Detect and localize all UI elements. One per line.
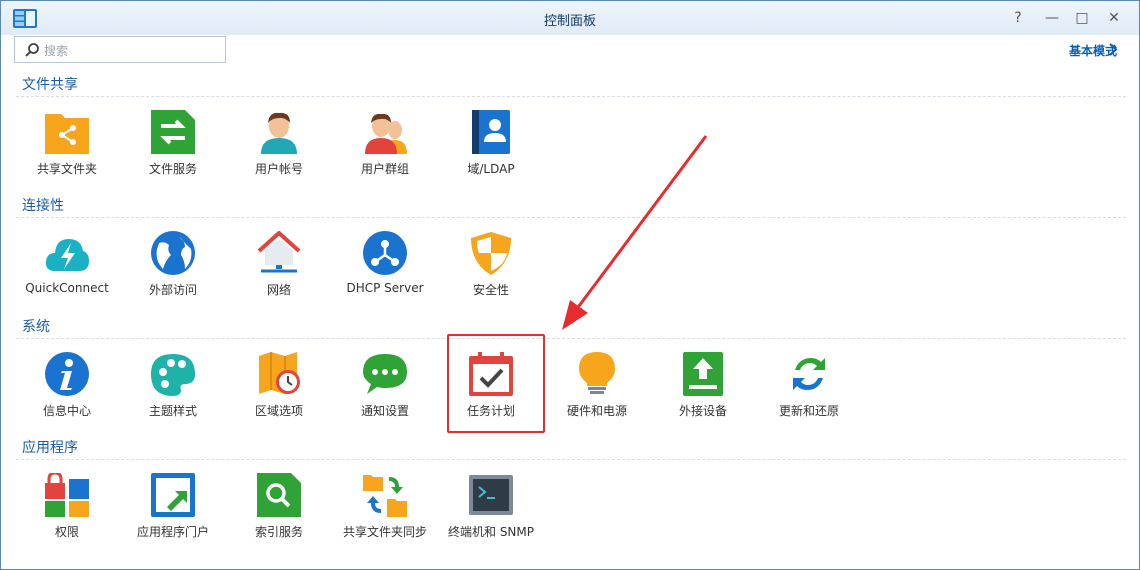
theme-palette-icon — [151, 354, 195, 396]
item-label: 更新和还原 — [778, 404, 839, 418]
item-external-access[interactable]: 外部访问 — [123, 231, 223, 311]
section-title-applications: 应用程序 — [22, 440, 78, 456]
chevron-right-icon[interactable] — [1108, 43, 1118, 56]
terminal-snmp-icon — [469, 475, 513, 515]
item-label: 终端机和 SNMP — [448, 525, 534, 539]
item-label: 共享文件夹 — [36, 162, 97, 176]
section-divider — [16, 459, 1126, 460]
section-divider — [16, 96, 1126, 97]
item-hardware-power[interactable]: 硬件和电源 — [547, 352, 647, 432]
maximize-icon: □ — [1075, 10, 1089, 26]
section-title-file-sharing: 文件共享 — [22, 77, 78, 93]
notification-icon — [363, 354, 407, 394]
maximize-button[interactable]: □ — [1072, 9, 1092, 27]
info-center-icon — [45, 352, 89, 396]
privileges-icon — [45, 473, 89, 517]
item-indexing-service[interactable]: 索引服务 — [229, 473, 329, 553]
dhcp-server-icon — [363, 231, 407, 275]
item-label: 索引服务 — [254, 525, 303, 539]
file-services-icon — [151, 110, 195, 154]
item-label: 应用程序门户 — [136, 525, 209, 539]
item-network[interactable]: 网络 — [229, 231, 329, 311]
item-privileges[interactable]: 权限 — [17, 473, 117, 553]
item-label: 外接设备 — [678, 404, 727, 418]
shared-folder-sync-icon — [363, 475, 407, 517]
item-dhcp-server[interactable]: DHCP Server — [335, 231, 435, 311]
item-label: 区域选项 — [254, 404, 303, 418]
item-info-center[interactable]: 信息中心 — [17, 352, 117, 432]
item-label: 用户群组 — [360, 162, 409, 176]
item-file-services[interactable]: 文件服务 — [123, 110, 223, 190]
close-icon: ✕ — [1108, 10, 1120, 26]
search-placeholder: 搜索 — [44, 44, 69, 58]
external-devices-icon — [683, 352, 723, 396]
item-label: 通知设置 — [360, 404, 409, 418]
section-title-system: 系统 — [22, 319, 50, 335]
item-label: QuickConnect — [25, 281, 109, 295]
indexing-service-icon — [257, 473, 301, 517]
item-regional-options[interactable]: 区域选项 — [229, 352, 329, 432]
item-update-restore[interactable]: 更新和还原 — [759, 352, 859, 432]
security-shield-icon — [471, 232, 511, 275]
quickconnect-icon — [45, 239, 89, 271]
item-label: 权限 — [54, 525, 79, 539]
network-icon — [257, 231, 301, 273]
group-icon — [365, 113, 407, 154]
item-label: 主题样式 — [148, 404, 197, 418]
item-label: 外部访问 — [148, 283, 197, 297]
application-portal-icon — [151, 473, 195, 517]
item-quickconnect[interactable]: QuickConnect — [17, 231, 117, 311]
user-icon — [261, 112, 297, 154]
search-input[interactable]: 搜索 — [14, 36, 226, 63]
external-access-icon — [151, 231, 195, 275]
window-title: 控制面板 — [543, 14, 596, 29]
item-label: DHCP Server — [346, 281, 424, 295]
item-external-devices[interactable]: 外接设备 — [653, 352, 753, 432]
item-label: 文件服务 — [148, 162, 197, 176]
item-label: 信息中心 — [42, 404, 91, 418]
item-shared-folder-sync[interactable]: 共享文件夹同步 — [335, 473, 435, 553]
hardware-power-icon — [579, 352, 615, 394]
shared-folder-icon — [45, 114, 89, 154]
section-divider — [16, 338, 1126, 339]
item-terminal-snmp[interactable]: 终端机和 SNMP — [441, 473, 541, 553]
section-divider — [16, 217, 1126, 218]
item-notification[interactable]: 通知设置 — [335, 352, 435, 432]
item-user-group[interactable]: 用户群组 — [335, 110, 435, 190]
title-bar[interactable]: 控制面板 ? — □ ✕ — [1, 1, 1139, 35]
section-title-connectivity: 连接性 — [22, 198, 64, 214]
item-theme[interactable]: 主题样式 — [123, 352, 223, 432]
update-restore-icon — [793, 358, 825, 390]
item-label: 安全性 — [472, 283, 509, 297]
control-panel-window: 控制面板 ? — □ ✕ 搜索 基本模式 文件共享 共享文件夹 文件服务 用户帐… — [0, 0, 1140, 570]
item-application-portal[interactable]: 应用程序门户 — [123, 473, 223, 553]
item-shared-folder[interactable]: 共享文件夹 — [17, 110, 117, 190]
item-label: 域/LDAP — [467, 162, 515, 176]
help-icon: ? — [1014, 10, 1022, 26]
item-label: 网络 — [266, 283, 291, 297]
search-icon — [25, 43, 39, 57]
domain-ldap-icon — [472, 110, 510, 154]
item-label: 共享文件夹同步 — [342, 525, 427, 539]
item-domain-ldap[interactable]: 域/LDAP — [441, 110, 541, 190]
item-security[interactable]: 安全性 — [441, 231, 541, 311]
item-label: 用户帐号 — [254, 162, 303, 176]
help-button[interactable]: ? — [1008, 9, 1028, 27]
minimize-icon: — — [1045, 10, 1059, 26]
close-button[interactable]: ✕ — [1104, 9, 1124, 27]
item-user-account[interactable]: 用户帐号 — [229, 110, 329, 190]
item-label: 硬件和电源 — [566, 404, 627, 418]
regional-options-icon — [259, 352, 300, 394]
minimize-button[interactable]: — — [1042, 9, 1062, 27]
task-scheduler-highlight-box — [447, 334, 545, 433]
